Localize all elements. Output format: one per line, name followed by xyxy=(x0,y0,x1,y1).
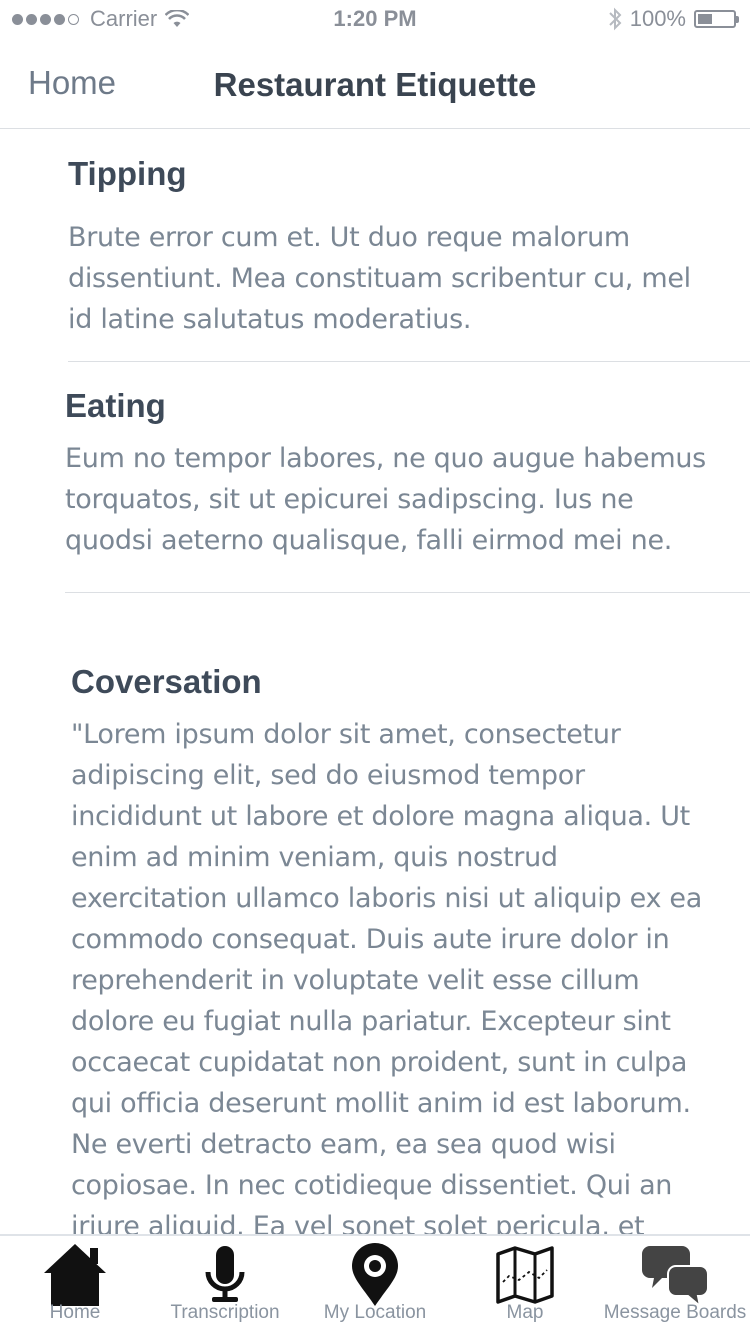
tab-bar: Home Transcription My Location Map Messa… xyxy=(0,1234,750,1336)
divider xyxy=(65,592,750,593)
section-eating: Eating Eum no tempor labores, ne quo aug… xyxy=(65,387,710,561)
status-right: 100% xyxy=(608,6,739,32)
tab-message-boards[interactable]: Message Boards xyxy=(600,1236,750,1336)
map-icon xyxy=(496,1246,554,1304)
chat-bubbles-icon xyxy=(642,1246,709,1308)
tab-label: My Location xyxy=(323,1302,427,1323)
navigation-bar: Home Restaurant Etiquette xyxy=(0,40,750,129)
tab-label: Map xyxy=(506,1302,544,1323)
section-heading: Coversation xyxy=(71,663,262,700)
tab-label: Message Boards xyxy=(603,1302,747,1323)
home-icon xyxy=(44,1244,106,1306)
section-heading: Eating xyxy=(65,387,166,424)
tab-map[interactable]: Map xyxy=(450,1236,600,1336)
divider xyxy=(68,361,750,362)
section-body: Eum no tempor labores, ne quo augue habe… xyxy=(65,443,706,556)
section-heading: Tipping xyxy=(68,155,187,192)
tab-label: Transcription xyxy=(170,1302,280,1323)
section-body: Brute error cum et. Ut duo reque malorum… xyxy=(68,222,691,335)
tab-home[interactable]: Home xyxy=(0,1236,150,1336)
battery-percent: 100% xyxy=(629,6,686,31)
section-tipping: Tipping Brute error cum et. Ut duo reque… xyxy=(68,155,708,340)
bluetooth-icon xyxy=(609,7,622,31)
content-scroll-area[interactable]: Tipping Brute error cum et. Ut duo reque… xyxy=(0,129,750,1234)
tab-transcription[interactable]: Transcription xyxy=(150,1236,300,1336)
microphone-icon xyxy=(205,1246,245,1302)
battery-icon xyxy=(694,10,739,28)
tab-label: Home xyxy=(49,1302,101,1323)
page-title: Restaurant Etiquette xyxy=(213,66,537,103)
section-conversation: Coversation "Lorem ipsum dolor sit amet,… xyxy=(71,663,711,1234)
tab-my-location[interactable]: My Location xyxy=(300,1236,450,1336)
status-bar: Carrier 1:20 PM 100% xyxy=(0,0,750,40)
location-pin-icon xyxy=(352,1243,398,1306)
section-body: "Lorem ipsum dolor sit amet, consectetur… xyxy=(71,719,702,1234)
